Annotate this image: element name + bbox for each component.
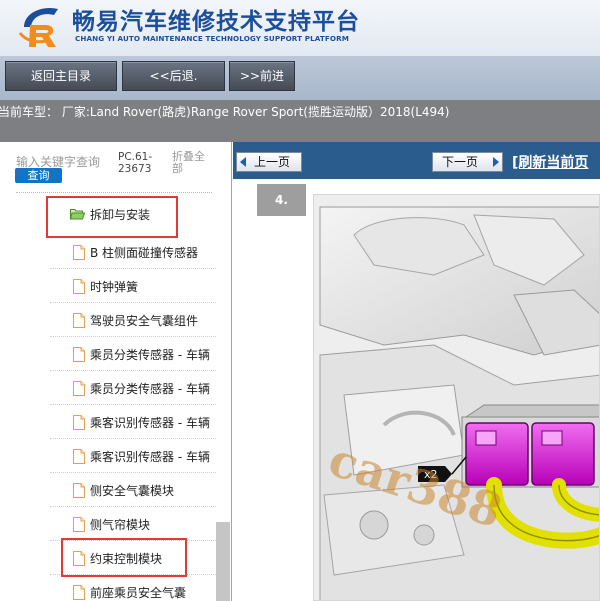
sidebar: 输入关键字查询 查询 PC.61-23673 折叠全部 拆卸与安装 B 柱侧面碰… <box>0 142 232 601</box>
procedure-illustration: x2 car388 <box>313 194 600 601</box>
back-button[interactable]: <<后退. <box>122 61 225 91</box>
document-icon <box>73 517 85 532</box>
tree-folder-removal-installation[interactable]: 拆卸与安装 <box>50 198 216 231</box>
sidebar-scrollbar[interactable] <box>216 522 230 601</box>
tree-item[interactable]: 乘员分类传感器 - 车辆 <box>50 372 216 405</box>
tree-item-label: 乘客识别传感器 - 车辆 <box>90 450 210 464</box>
brand-title: 畅易汽车维修技术支持平台 <box>72 9 360 35</box>
document-icon <box>73 415 85 430</box>
tree-item-label: 约束控制模块 <box>90 552 163 566</box>
tree-item-label: 时钟弹簧 <box>90 280 139 294</box>
pc-code: PC.61-23673 <box>118 151 153 175</box>
tree-item[interactable]: 乘员分类传感器 - 车辆 <box>50 338 216 371</box>
header-banner: 畅易汽车维修技术支持平台 CHANG YI AUTO MAINTENANCE T… <box>0 0 600 56</box>
previous-page-button[interactable]: 上一页 <box>236 152 302 172</box>
refresh-page-link[interactable]: [刷新当前页 <box>512 152 588 172</box>
document-icon <box>73 585 85 600</box>
tree-item-label: 侧安全气囊模块 <box>90 484 175 498</box>
current-vehicle-bar: 当前车型： 厂家:Land Rover(路虎)Range Rover Sport… <box>0 100 600 142</box>
brand-subtitle: CHANG YI AUTO MAINTENANCE TECHNOLOGY SUP… <box>75 34 349 43</box>
collapse-all-link[interactable]: 折叠全部 <box>172 151 212 175</box>
home-button[interactable]: 返回主目录 <box>5 61 117 91</box>
tree-item[interactable]: 驾驶员安全气囊组件 <box>50 304 216 337</box>
arrow-left-icon <box>240 157 246 167</box>
arrow-right-icon <box>493 157 499 167</box>
tree-item-label: B 柱侧面碰撞传感器 <box>90 246 199 260</box>
step-number: 4. <box>257 184 306 216</box>
tree-item[interactable]: 乘客识别传感器 - 车辆 <box>50 406 216 439</box>
tree-item-label: 前座乘员安全气囊 <box>90 586 187 600</box>
document-icon <box>73 381 85 396</box>
search-button[interactable]: 查询 <box>15 168 62 183</box>
tree-item[interactable]: 时钟弹簧 <box>50 270 216 303</box>
tree-item-label: 乘员分类传感器 - 车辆 <box>90 348 210 362</box>
divider <box>16 192 212 193</box>
document-icon <box>73 347 85 362</box>
tree-item-label: 乘员分类传感器 - 车辆 <box>90 382 210 396</box>
component-diagram: x2 car388 <box>314 195 599 600</box>
tree-item[interactable]: 侧安全气囊模块 <box>50 474 216 507</box>
tree-item-restraint-control-module[interactable]: 约束控制模块 <box>50 542 216 575</box>
document-icon <box>73 449 85 464</box>
document-icon <box>73 551 85 566</box>
next-page-label: 下一页 <box>442 155 479 169</box>
previous-page-label: 上一页 <box>254 155 291 169</box>
nav-bar: 返回主目录 <<后退. >>前进 <box>0 56 600 100</box>
changyi-logo-icon <box>18 7 58 47</box>
tree-folder-label: 拆卸与安装 <box>90 208 151 222</box>
current-vehicle-text: 当前车型： 厂家:Land Rover(路虎)Range Rover Sport… <box>0 105 450 119</box>
forward-button[interactable]: >>前进 <box>229 61 295 91</box>
tree-item-label: 侧气帘模块 <box>90 518 151 532</box>
document-icon <box>73 279 85 294</box>
document-icon <box>73 313 85 328</box>
tree-item-label: 乘客识别传感器 - 车辆 <box>90 416 210 430</box>
document-icon <box>73 245 85 260</box>
tree-item[interactable]: B 柱侧面碰撞传感器 <box>50 236 216 269</box>
tree-item[interactable]: 侧气帘模块 <box>50 508 216 541</box>
next-page-button[interactable]: 下一页 <box>432 152 503 172</box>
open-folder-icon <box>70 209 85 220</box>
tree-item[interactable]: 前座乘员安全气囊 <box>50 576 216 601</box>
tree-item-label: 驾驶员安全气囊组件 <box>90 314 199 328</box>
tree-item[interactable]: 乘客识别传感器 - 车辆 <box>50 440 216 473</box>
document-icon <box>73 483 85 498</box>
content-viewer: 上一页 下一页 [刷新当前页 4. x2 car388 <box>233 142 600 601</box>
viewer-toolbar: 上一页 下一页 [刷新当前页 <box>233 142 600 179</box>
